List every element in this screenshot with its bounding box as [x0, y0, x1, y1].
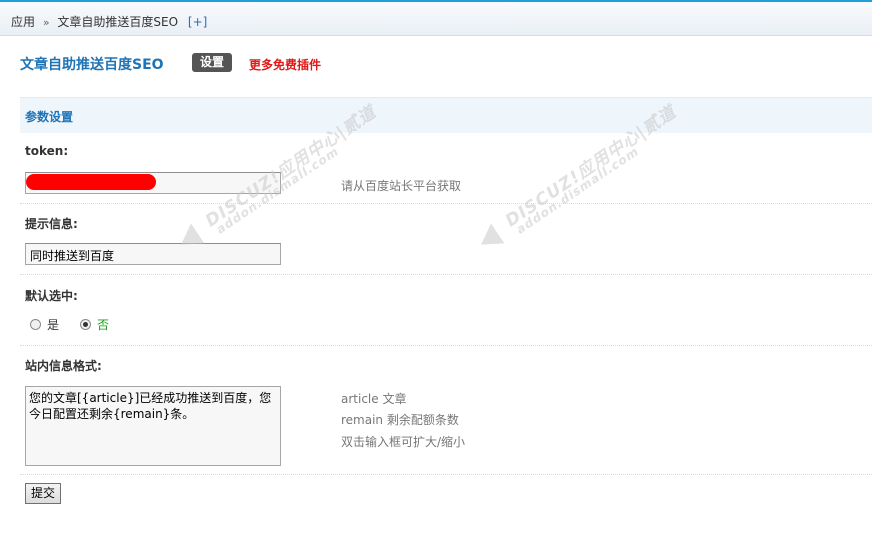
add-shortcut-link[interactable]: [+] [188, 15, 207, 29]
top-bar: 应用 » 文章自助推送百度SEO [+] [0, 0, 872, 36]
format-hint-remain: remain 剩余配额条数 [341, 413, 459, 427]
default-selected-label: 默认选中: [25, 289, 78, 303]
message-format-textarea[interactable]: 您的文章[{article}]已经成功推送到百度，您今日配置还剩余{remain… [25, 386, 281, 466]
notice-label: 提示信息: [25, 217, 78, 231]
plugin-title: 文章自助推送百度SEO [20, 57, 164, 73]
radio-yes[interactable] [30, 319, 41, 330]
breadcrumb-root-link[interactable]: 应用 [11, 15, 35, 29]
radio-no[interactable] [80, 319, 92, 330]
watermark-arrow-icon [474, 223, 505, 255]
row-divider [20, 274, 872, 275]
token-label: token: [25, 144, 69, 158]
notice-input[interactable]: 同时推送到百度 [25, 243, 281, 265]
row-divider [20, 345, 872, 346]
breadcrumb-current[interactable]: 文章自助推送百度SEO [57, 15, 178, 29]
submit-button[interactable]: 提交 [25, 483, 61, 504]
default-selected-radio-group: 是否 [30, 316, 130, 333]
breadcrumb: 应用 » 文章自助推送百度SEO [+] [11, 13, 207, 30]
more-plugins-link[interactable]: 更多免费插件 [249, 56, 321, 73]
row-divider [20, 474, 872, 475]
row-divider [20, 203, 872, 204]
format-hint-resize: 双击输入框可扩大/缩小 [341, 435, 466, 449]
redaction-mark [26, 174, 156, 190]
section-header: 参数设置 [20, 97, 872, 133]
section-title: 参数设置 [25, 110, 74, 124]
token-hint: 请从百度站长平台获取 [341, 179, 462, 193]
radio-yes-label[interactable]: 是 [47, 316, 59, 333]
message-format-label: 站内信息格式: [25, 359, 102, 373]
settings-tab[interactable]: 设置 [192, 53, 232, 72]
radio-no-label[interactable]: 否 [97, 316, 109, 333]
format-hint-article: article 文章 [341, 392, 407, 406]
breadcrumb-separator: » [42, 16, 50, 29]
